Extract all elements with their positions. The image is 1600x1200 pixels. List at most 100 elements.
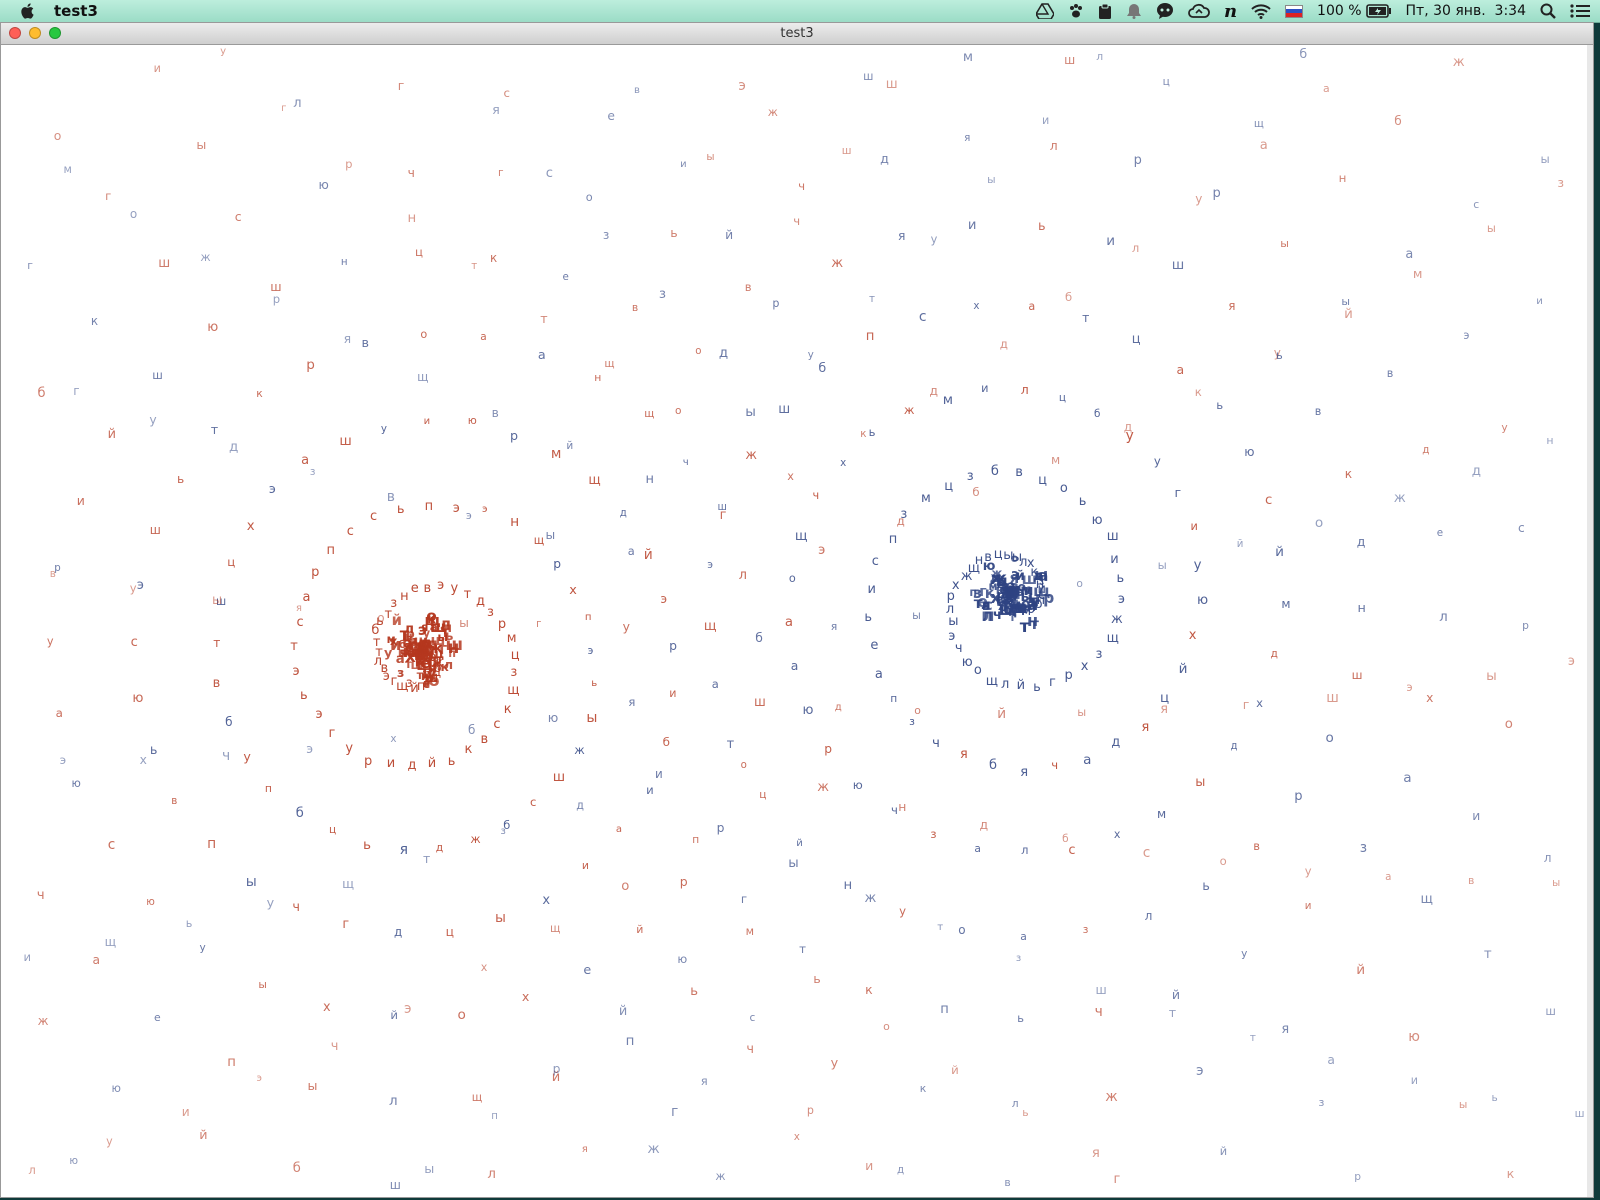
- blue-spiral-letter: у: [830, 1056, 839, 1071]
- red-spiral-letter: ю: [146, 896, 155, 908]
- blue-spiral-letter: ц: [944, 479, 954, 495]
- blue-spiral-letter: т: [1082, 309, 1090, 325]
- red-spiral-letter: д: [979, 816, 989, 832]
- n-app-icon[interactable]: n: [1224, 0, 1237, 22]
- red-spiral-letter: к: [490, 250, 498, 265]
- battery-icon[interactable]: [1365, 0, 1392, 22]
- blue-spiral-letter: р: [552, 1062, 561, 1077]
- russian-flag-icon[interactable]: [1285, 0, 1304, 22]
- blue-spiral-letter: и: [867, 581, 876, 597]
- blue-spiral-letter: з: [602, 228, 610, 243]
- blue-spiral-letter: ч: [812, 488, 820, 503]
- red-spiral-letter: д: [476, 594, 485, 610]
- blue-spiral-letter: з: [1318, 1095, 1325, 1109]
- blue-spiral-letter: а: [790, 658, 799, 674]
- red-spiral-letter: ц: [329, 823, 337, 836]
- blue-spiral-letter: ж: [745, 448, 757, 464]
- blue-spiral-letter: щ: [604, 356, 615, 370]
- red-spiral-letter: ы: [706, 150, 715, 163]
- blue-spiral-letter: т: [726, 737, 735, 753]
- red-spiral-letter: а: [615, 823, 623, 835]
- close-button[interactable]: [9, 27, 21, 39]
- red-spiral-letter: л: [1131, 240, 1140, 255]
- blue-spiral-letter: ю: [1408, 1029, 1420, 1046]
- red-spiral-letter: у: [199, 942, 206, 955]
- red-spiral-letter: з: [487, 604, 494, 620]
- red-spiral-letter: т: [463, 586, 472, 602]
- paw-icon[interactable]: [1068, 0, 1084, 22]
- red-spiral-letter: щ: [507, 682, 520, 698]
- red-spiral-letter: р: [679, 873, 688, 889]
- letter-spiral-canvas[interactable]: эрзжбцсшепйзщгэвлттбьтзневэутдзрмцзщксвк…: [1, 45, 1593, 1197]
- red-spiral-letter: у: [450, 581, 459, 597]
- red-spiral-letter-core: р: [413, 643, 425, 661]
- blue-spiral-letter: д: [1356, 533, 1366, 549]
- battery-percent[interactable]: 100 %: [1317, 0, 1361, 22]
- blue-spiral-letter: я: [1228, 298, 1236, 313]
- google-drive-icon[interactable]: [1035, 0, 1054, 22]
- blue-spiral-letter: я: [1020, 765, 1029, 781]
- blue-spiral-letter: в: [491, 406, 499, 421]
- clipboard-icon[interactable]: [1098, 0, 1112, 22]
- red-spiral-letter: й: [636, 923, 644, 937]
- blue-spiral-letter: а: [1020, 930, 1027, 944]
- red-spiral-letter: о: [914, 704, 921, 717]
- blue-spiral-letter: п: [491, 1111, 498, 1123]
- window-titlebar[interactable]: test3: [1, 23, 1593, 45]
- spotlight-search-icon[interactable]: [1540, 0, 1556, 22]
- blue-spiral-letter: л: [1439, 609, 1448, 625]
- red-spiral-letter: б: [1065, 290, 1073, 305]
- blue-spiral-letter: х: [390, 733, 397, 745]
- blue-spiral-letter: п: [692, 833, 700, 846]
- status-menus: n 100 % Пт, 30 янв. 3:34: [1035, 0, 1590, 22]
- zoom-button[interactable]: [49, 27, 61, 39]
- blue-spiral-letter-core: н: [1027, 611, 1039, 631]
- blue-spiral-letter: и: [1106, 233, 1115, 250]
- window-edge: [1587, 45, 1593, 1197]
- clock[interactable]: Пт, 30 янв. 3:34: [1406, 0, 1526, 22]
- blue-spiral-letter: ш: [1351, 668, 1363, 682]
- red-spiral-letter: в: [423, 580, 432, 596]
- apple-icon[interactable]: [18, 1, 38, 21]
- red-spiral-letter: н: [1546, 433, 1554, 447]
- blue-spiral-letter: х: [1426, 691, 1434, 706]
- minimize-button[interactable]: [29, 27, 41, 39]
- blue-spiral-letter: а: [627, 544, 635, 559]
- red-spiral-letter: с: [296, 614, 304, 630]
- blue-spiral-letter-core: к: [984, 584, 995, 602]
- blue-spiral-letter: с: [1473, 197, 1480, 211]
- blue-spiral-letter: к: [1506, 1166, 1515, 1182]
- red-spiral-letter: ч: [793, 213, 801, 228]
- red-spiral-letter: з: [1015, 953, 1022, 964]
- notification-icon[interactable]: [1126, 0, 1142, 22]
- red-spiral-letter: ш: [339, 432, 352, 449]
- blue-spiral-letter: б: [1094, 407, 1101, 420]
- cloud-sync-icon[interactable]: [1188, 0, 1210, 22]
- red-spiral-letter: к: [90, 314, 99, 329]
- red-spiral-letter: ю: [318, 177, 329, 192]
- blue-spiral-letter-core: э: [1011, 567, 1020, 584]
- red-spiral-letter: г: [498, 166, 504, 180]
- blue-spiral-letter: й: [1275, 543, 1284, 560]
- red-spiral-letter: ь: [447, 754, 456, 770]
- blue-spiral-letter: з: [930, 826, 937, 841]
- red-spiral-letter: ы: [788, 855, 799, 871]
- red-spiral-letter: у: [930, 231, 938, 246]
- red-spiral-letter: х: [521, 988, 530, 1004]
- chat-bubble-icon[interactable]: [1156, 0, 1174, 22]
- red-spiral-letter: о: [740, 759, 747, 771]
- red-spiral-letter: о: [883, 1019, 890, 1033]
- red-spiral-letter: ж: [715, 1169, 726, 1183]
- red-spiral-letter-core: а: [395, 651, 405, 667]
- blue-spiral-letter: с: [1068, 842, 1076, 858]
- list-menu-icon[interactable]: [1570, 0, 1590, 22]
- wifi-icon[interactable]: [1251, 0, 1271, 22]
- blue-spiral-letter: в: [1015, 464, 1023, 480]
- blue-spiral-letter: б: [1299, 45, 1308, 61]
- red-spiral-letter: д: [834, 701, 842, 713]
- red-spiral-letter: ы: [586, 710, 598, 727]
- blue-spiral-letter-core: ю: [982, 558, 996, 574]
- red-spiral-letter: л: [1096, 49, 1104, 63]
- blue-spiral-letter: ы: [545, 528, 556, 543]
- app-menu-title[interactable]: test3: [54, 2, 98, 20]
